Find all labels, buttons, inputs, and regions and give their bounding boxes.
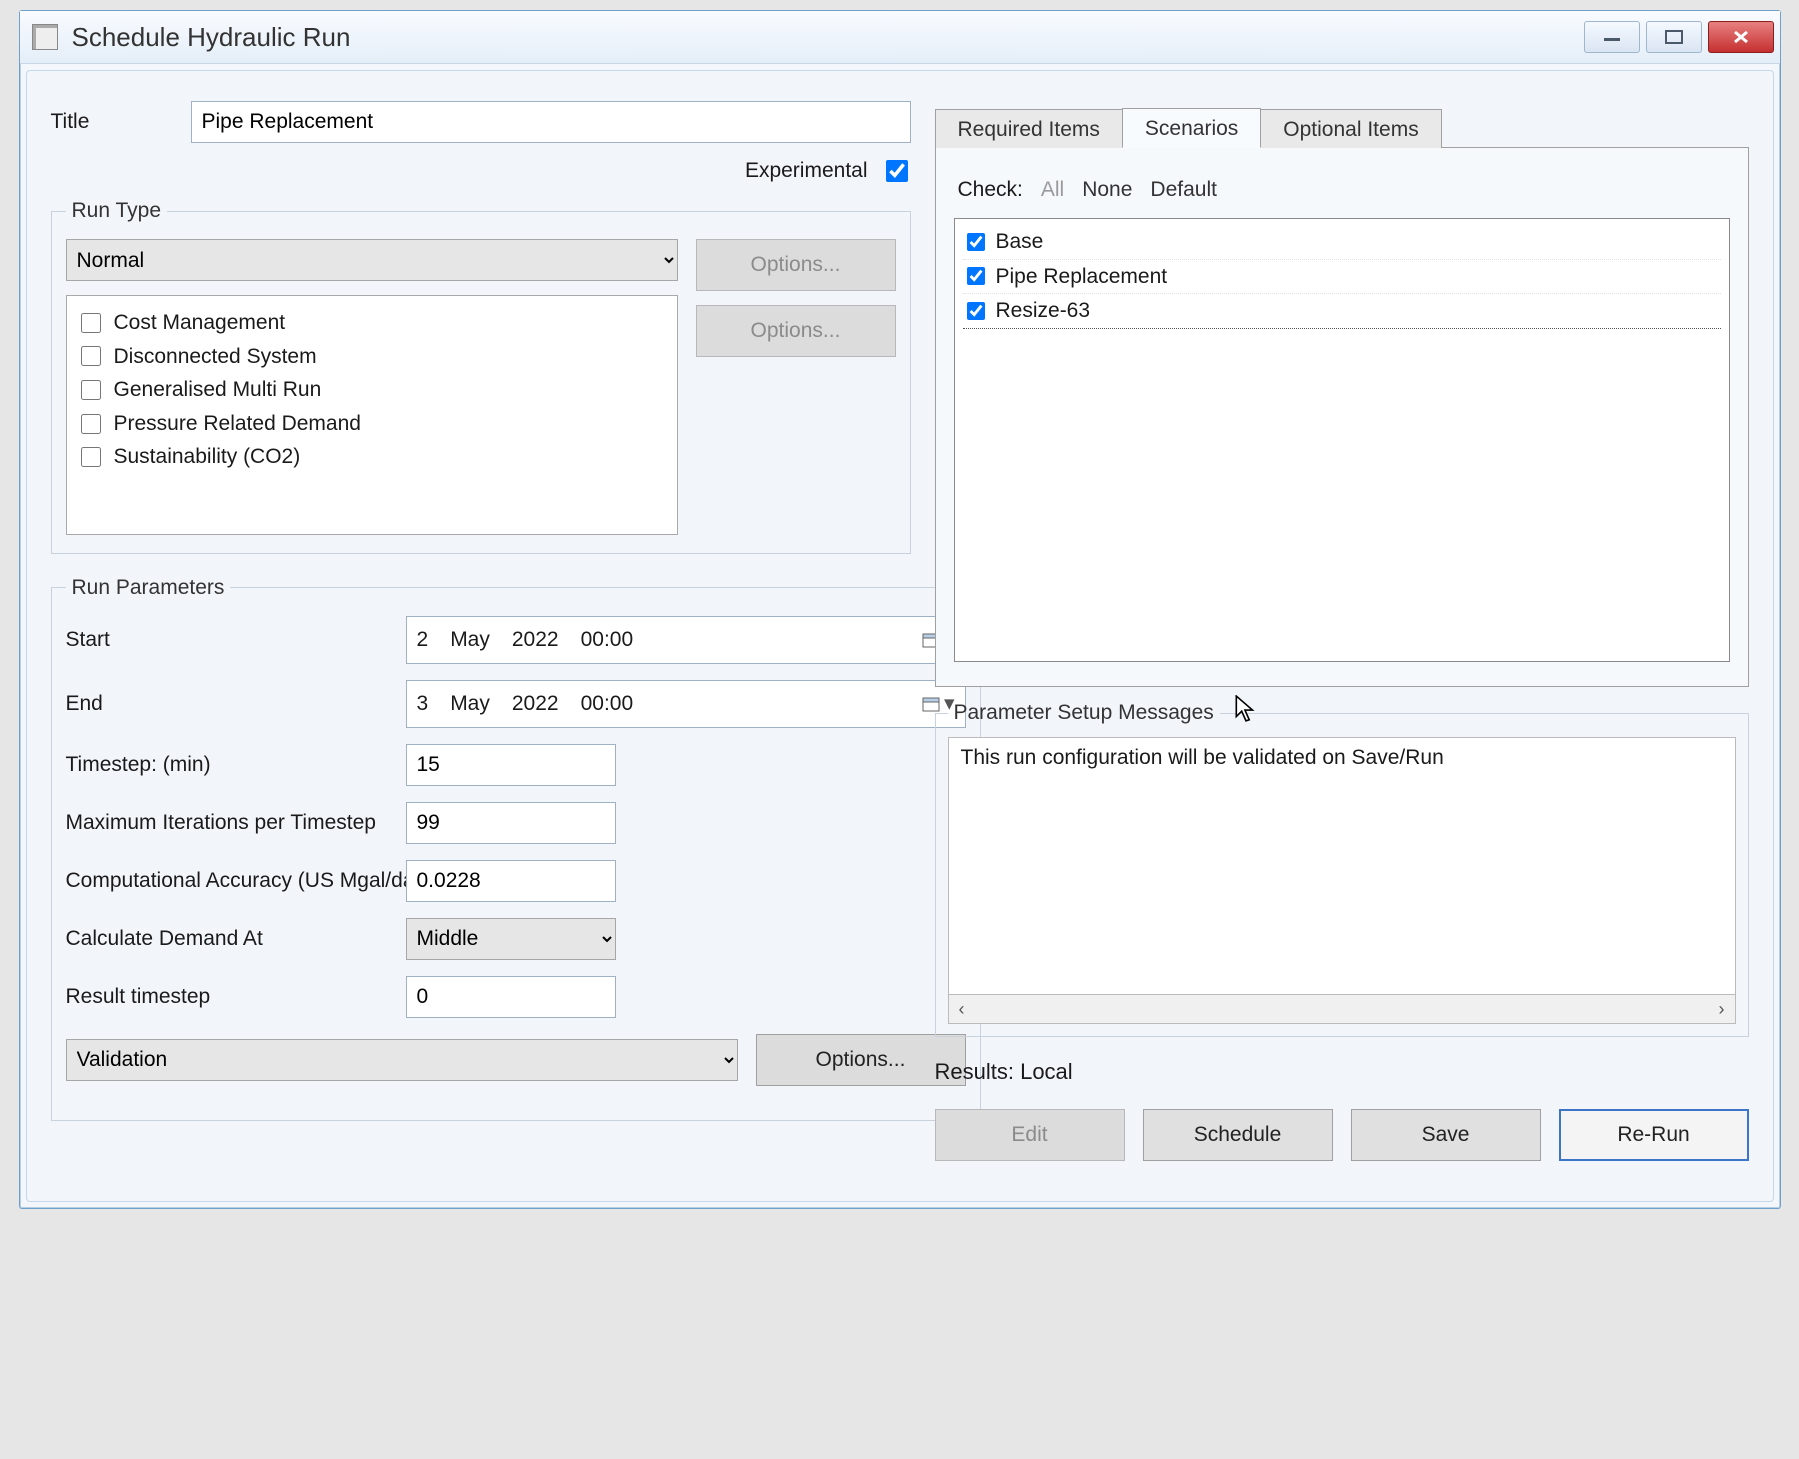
run-type-options-1: Options... bbox=[696, 239, 896, 291]
close-button[interactable] bbox=[1708, 21, 1774, 53]
messages-text: This run configuration will be validated… bbox=[961, 746, 1723, 770]
timestep-label: Timestep: (min) bbox=[66, 753, 396, 777]
calc-demand-label: Calculate Demand At bbox=[66, 927, 396, 951]
app-icon bbox=[32, 24, 58, 50]
window-title: Schedule Hydraulic Run bbox=[72, 22, 1584, 53]
tab-body-scenarios: Check: All None Default Base Pipe Replac… bbox=[935, 148, 1749, 687]
flag-generalised-multi-run[interactable] bbox=[81, 380, 101, 400]
minimize-button[interactable] bbox=[1584, 21, 1640, 53]
validation-select[interactable]: Validation bbox=[66, 1039, 738, 1081]
titlebar: Schedule Hydraulic Run bbox=[20, 11, 1780, 64]
messages-group: Parameter Setup Messages This run config… bbox=[935, 701, 1749, 1037]
result-timestep-input[interactable] bbox=[406, 976, 616, 1018]
messages-scrollbar[interactable]: ‹ › bbox=[948, 994, 1736, 1024]
tab-scenarios[interactable]: Scenarios bbox=[1122, 108, 1261, 148]
scenario-list[interactable]: Base Pipe Replacement Resize-63 bbox=[954, 218, 1730, 662]
tab-required-items[interactable]: Required Items bbox=[935, 109, 1123, 148]
scenario-checkbox[interactable] bbox=[967, 267, 985, 285]
check-all[interactable]: All bbox=[1041, 178, 1064, 202]
scenario-label: Resize-63 bbox=[996, 294, 1091, 328]
run-type-select[interactable]: Normal bbox=[66, 239, 678, 281]
client-area: Title Experimental Run Type Normal bbox=[26, 70, 1774, 1202]
check-label: Check: bbox=[958, 178, 1023, 202]
run-type-flags: Cost Management Disconnected System Gene… bbox=[66, 295, 678, 535]
run-parameters-legend: Run Parameters bbox=[66, 576, 231, 600]
window-controls bbox=[1584, 21, 1774, 53]
flag-pressure-related-demand[interactable] bbox=[81, 414, 101, 434]
edit-button: Edit bbox=[935, 1109, 1125, 1161]
result-timestep-label: Result timestep bbox=[66, 985, 396, 1009]
tab-optional-items[interactable]: Optional Items bbox=[1260, 109, 1441, 148]
flag-label: Sustainability (CO2) bbox=[114, 440, 301, 474]
timestep-input[interactable] bbox=[406, 744, 616, 786]
scenario-checkbox[interactable] bbox=[967, 302, 985, 320]
experimental-checkbox[interactable] bbox=[886, 160, 908, 182]
messages-legend: Parameter Setup Messages bbox=[948, 701, 1220, 725]
flag-label: Disconnected System bbox=[114, 340, 317, 374]
dialog-window: Schedule Hydraulic Run Title Ex bbox=[19, 10, 1781, 1209]
maxiter-input[interactable] bbox=[406, 802, 616, 844]
schedule-button[interactable]: Schedule bbox=[1143, 1109, 1333, 1161]
flag-label: Generalised Multi Run bbox=[114, 373, 322, 407]
calc-demand-select[interactable]: Middle bbox=[406, 918, 616, 960]
results-bar: Edit Schedule Save Re-Run bbox=[935, 1109, 1749, 1161]
tabs: Required Items Scenarios Optional Items bbox=[935, 101, 1749, 148]
accuracy-input[interactable] bbox=[406, 860, 616, 902]
flag-label: Cost Management bbox=[114, 306, 286, 340]
check-default[interactable]: Default bbox=[1150, 178, 1217, 202]
title-label: Title bbox=[51, 110, 171, 134]
maximize-button[interactable] bbox=[1646, 21, 1702, 53]
run-type-options-2: Options... bbox=[696, 305, 896, 357]
run-type-legend: Run Type bbox=[66, 199, 168, 223]
check-none[interactable]: None bbox=[1082, 178, 1132, 202]
flag-sustainability-co2[interactable] bbox=[81, 447, 101, 467]
scenario-label: Pipe Replacement bbox=[996, 260, 1168, 294]
end-datetime[interactable]: 3 May 2022 00:00 ▾ bbox=[406, 680, 966, 728]
flag-cost-management[interactable] bbox=[81, 313, 101, 333]
results-label: Results: Local bbox=[935, 1059, 1749, 1085]
title-input[interactable] bbox=[191, 101, 911, 143]
experimental-label: Experimental bbox=[745, 159, 868, 183]
rerun-button[interactable]: Re-Run bbox=[1559, 1109, 1749, 1161]
save-button[interactable]: Save bbox=[1351, 1109, 1541, 1161]
scenario-checkbox[interactable] bbox=[967, 233, 985, 251]
scroll-left-icon[interactable]: ‹ bbox=[959, 999, 965, 1020]
scenario-label: Base bbox=[996, 225, 1044, 259]
start-label: Start bbox=[66, 628, 396, 652]
flag-disconnected-system[interactable] bbox=[81, 346, 101, 366]
run-type-group: Run Type Normal Cost Management Disconne… bbox=[51, 199, 911, 554]
scroll-right-icon[interactable]: › bbox=[1719, 999, 1725, 1020]
messages-box: This run configuration will be validated… bbox=[948, 737, 1736, 995]
end-label: End bbox=[66, 692, 396, 716]
run-parameters-group: Run Parameters Start 2 May 2022 00:00 bbox=[51, 576, 981, 1121]
flag-label: Pressure Related Demand bbox=[114, 407, 361, 441]
start-datetime[interactable]: 2 May 2022 00:00 ▾ bbox=[406, 616, 966, 664]
